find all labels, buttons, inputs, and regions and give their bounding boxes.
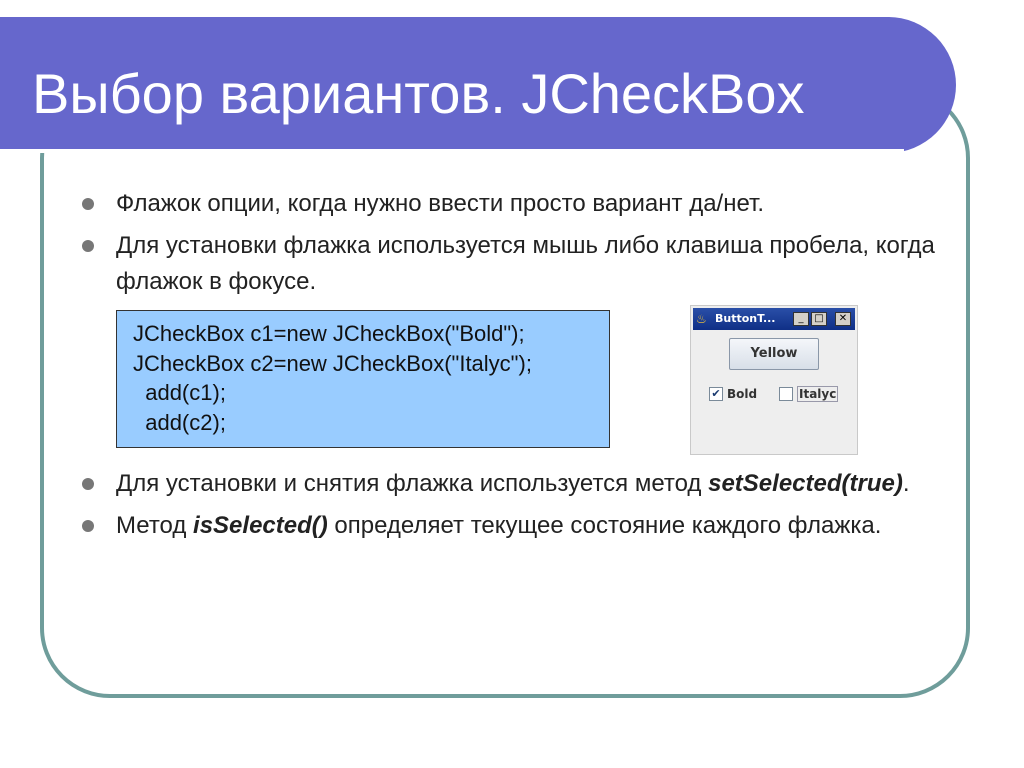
code-line: add(c1); xyxy=(133,380,226,405)
bullet-list-top: Флажок опции, когда нужно ввести просто … xyxy=(80,186,940,300)
bullet-item: Флажок опции, когда нужно ввести просто … xyxy=(80,186,940,222)
bullet-list-bottom: Для установки и снятия флажка использует… xyxy=(80,466,940,544)
bullet-text: Флажок опции, когда нужно ввести просто … xyxy=(116,190,765,217)
java-window-title: ButtonT... xyxy=(715,312,776,325)
bullet-text: определяет текущее состояние каждого фла… xyxy=(327,512,882,539)
bullet-item: Для установки флажка используется мышь л… xyxy=(80,228,940,300)
bullet-text: . xyxy=(902,470,910,497)
bullet-item: Для установки и снятия флажка использует… xyxy=(80,466,940,502)
java-window-titlebar: ♨ ButtonT... _ □ ✕ xyxy=(693,308,855,330)
bold-checkbox[interactable]: ✔ Bold xyxy=(709,384,757,404)
maximize-button[interactable]: □ xyxy=(811,312,827,326)
bullet-dot-icon xyxy=(82,240,94,252)
code-line: JCheckBox c2=new JCheckBox("Italyc"); xyxy=(133,350,532,376)
italyc-checkbox-label: Italyc xyxy=(797,386,839,402)
yellow-button[interactable]: Yellow xyxy=(729,338,819,370)
checkbox-checked-icon[interactable]: ✔ xyxy=(709,387,723,401)
bullet-text: Метод xyxy=(116,512,194,539)
bullet-text: Для установки и снятия флажка использует… xyxy=(116,470,709,497)
java-cup-icon: ♨ xyxy=(696,312,707,326)
method-name: isSelected() xyxy=(193,512,328,539)
method-name: setSelected(true) xyxy=(708,470,903,497)
title-bar: Выбор вариантов. JCheckBox xyxy=(0,17,956,153)
bullet-item: Метод isSelected() определяет текущее со… xyxy=(80,508,940,544)
java-window-screenshot: ♨ ButtonT... _ □ ✕ Yellow ✔ Bold Italyc xyxy=(690,305,858,455)
code-block: JCheckBox c1=new JCheckBox("Bold"); JChe… xyxy=(116,310,610,448)
italyc-checkbox[interactable]: Italyc xyxy=(779,384,839,404)
code-line: JCheckBox c1=new JCheckBox("Bold"); xyxy=(133,321,525,346)
bullet-dot-icon xyxy=(82,478,94,490)
bullet-dot-icon xyxy=(82,198,94,210)
bullet-text: Для установки флажка используется мышь л… xyxy=(116,232,935,295)
bullet-dot-icon xyxy=(82,520,94,532)
minimize-button[interactable]: _ xyxy=(793,312,809,326)
title-underline xyxy=(0,149,904,153)
checkbox-unchecked-icon[interactable] xyxy=(779,387,793,401)
bold-checkbox-label: Bold xyxy=(727,387,758,401)
close-button[interactable]: ✕ xyxy=(835,312,851,326)
code-line: add(c2); xyxy=(133,409,226,435)
slide-title: Выбор вариантов. JCheckBox xyxy=(32,62,805,125)
